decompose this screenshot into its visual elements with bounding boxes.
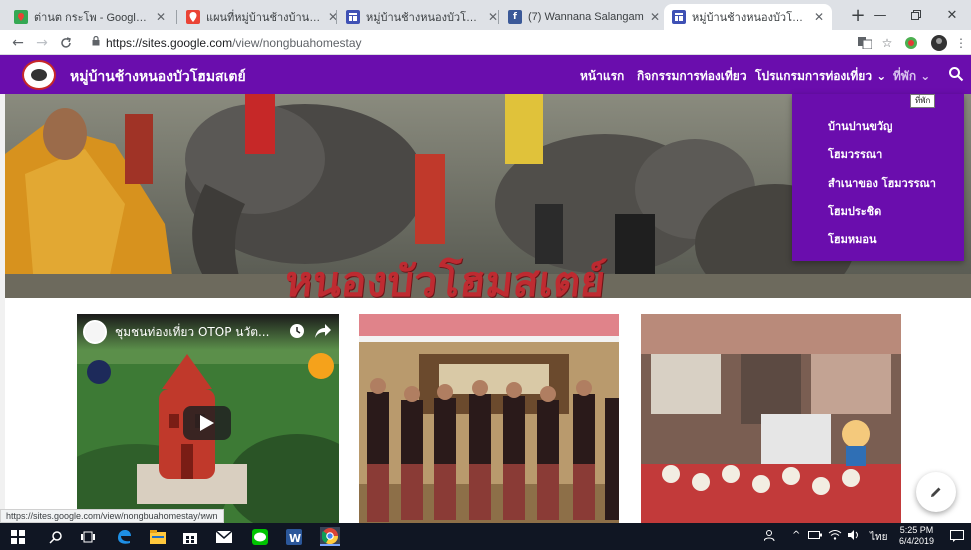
- dropdown-item-home-wanna[interactable]: โฮมวรรณา: [828, 145, 882, 163]
- minimize-icon[interactable]: —: [862, 0, 898, 30]
- profile-avatar-icon[interactable]: [930, 34, 948, 52]
- dropdown-item-home-prachit[interactable]: โฮมประชิด: [828, 202, 881, 220]
- store-icon[interactable]: [180, 527, 200, 546]
- system-clock[interactable]: 5:25 PM 6/4/2019: [899, 525, 934, 547]
- pencil-icon: [931, 487, 941, 497]
- play-button[interactable]: [183, 406, 231, 440]
- video-title-bar: ชุมชนท่องเที่ยว OTOP นวัต...: [77, 314, 339, 350]
- close-tab-icon[interactable]: ✕: [650, 10, 660, 24]
- tab-title: (7) Wannana Salangam: [528, 11, 644, 23]
- video-embed[interactable]: ชุมชนท่องเที่ยว OTOP นวัต...: [77, 314, 339, 524]
- line-app-icon[interactable]: [250, 527, 270, 546]
- tab-separator: [336, 10, 337, 24]
- address-bar[interactable]: https://sites.google.com/view/nongbuahom…: [84, 32, 854, 53]
- tab-title: ต่านต กระโพ - Google Maps: [34, 12, 150, 24]
- nav-accommodation[interactable]: ที่พัก ⌄: [893, 67, 930, 86]
- dancers-image: [359, 314, 619, 524]
- site-header: หมู่บ้านช้างหนองบัวโฮมสเตย์ หน้าแรก กิจก…: [0, 55, 971, 98]
- extension-icon[interactable]: [902, 34, 920, 52]
- file-explorer-icon[interactable]: [148, 527, 168, 546]
- chrome-icon[interactable]: [320, 527, 340, 546]
- tab-title: หมู่บ้านช้างหนองบัวโฮมสเตย์: [692, 12, 808, 24]
- volume-icon[interactable]: [848, 530, 862, 543]
- search-icon[interactable]: [46, 527, 66, 546]
- people-icon[interactable]: [763, 530, 778, 545]
- photo-dancers[interactable]: [359, 314, 619, 524]
- site-logo[interactable]: [22, 60, 56, 90]
- search-icon[interactable]: [948, 66, 964, 82]
- close-tab-icon[interactable]: ✕: [156, 10, 166, 24]
- nav-activities[interactable]: กิจกรรมการท่องเที่ยว: [637, 67, 747, 86]
- map-pin-icon: [186, 10, 200, 24]
- wifi-icon[interactable]: [828, 530, 842, 543]
- share-icon[interactable]: [315, 323, 331, 341]
- tab-sites-active[interactable]: หมู่บ้านช้างหนองบัวโฮมสเตย์ ✕: [664, 4, 832, 30]
- status-url-tooltip: https://sites.google.com/view/nongbuahom…: [0, 509, 224, 523]
- market-stall-image: [641, 314, 901, 524]
- close-window-icon[interactable]: ✕: [934, 0, 970, 30]
- clock-time: 5:25 PM: [899, 525, 934, 535]
- tab-google-maps[interactable]: ต่านต กระโพ - Google Maps ✕: [6, 4, 174, 30]
- chevron-up-icon[interactable]: ^: [792, 530, 800, 541]
- dropdown-item-baan-pankwan[interactable]: บ้านปานขวัญ: [828, 117, 892, 135]
- tab-separator: [176, 10, 177, 24]
- photo-market-stall[interactable]: [641, 314, 901, 524]
- windows-start-icon[interactable]: [8, 527, 28, 546]
- tab-sites-1[interactable]: หมู่บ้านช้างหนองบัวโฮมสเตย์ ✕: [338, 4, 506, 30]
- edit-button[interactable]: [916, 472, 956, 512]
- google-sites-icon: [672, 10, 686, 24]
- channel-avatar[interactable]: [83, 320, 107, 344]
- tab-title: แผนที่หมู่บ้านช้างบ้านหนองบัว: [206, 12, 322, 24]
- site-title[interactable]: หมู่บ้านช้างหนองบัวโฮมสเตย์: [70, 66, 246, 88]
- tab-title: หมู่บ้านช้างหนองบัวโฮมสเตย์: [366, 12, 482, 24]
- translate-icon[interactable]: [856, 34, 874, 52]
- video-title[interactable]: ชุมชนท่องเที่ยว OTOP นวัต...: [115, 323, 269, 342]
- input-language[interactable]: ไทย: [870, 530, 887, 545]
- task-view-icon[interactable]: [78, 527, 98, 546]
- facebook-icon: f: [508, 10, 522, 24]
- edge-browser-icon[interactable]: [114, 527, 134, 546]
- mail-icon[interactable]: [214, 527, 234, 546]
- restore-icon[interactable]: [898, 0, 934, 30]
- tab-separator: [498, 10, 499, 24]
- hero-overlay-text: หนองบัวโฮมสเตย์: [282, 257, 608, 298]
- menu-kebab-icon[interactable]: ⋮: [952, 34, 970, 52]
- back-arrow-icon[interactable]: ←: [8, 33, 28, 53]
- word-icon[interactable]: W: [284, 527, 304, 546]
- star-bookmark-icon[interactable]: ☆: [878, 34, 896, 52]
- screen: ต่านต กระโพ - Google Maps ✕ แผนที่หมู่บ้…: [0, 0, 971, 550]
- dropdown-item-home-wanna-copy[interactable]: สำเนาของ โฮมวรรณา: [828, 174, 936, 192]
- url-host: https://sites.google.com: [106, 35, 233, 50]
- reload-icon[interactable]: [56, 33, 76, 53]
- notification-center-icon[interactable]: [950, 530, 964, 545]
- tab-strip: ต่านต กระโพ - Google Maps ✕ แผนที่หมู่บ้…: [0, 0, 971, 30]
- nav-home[interactable]: หน้าแรก: [580, 67, 625, 98]
- browser-toolbar: ← → https://sites.google.com/view/nongbu…: [0, 30, 971, 55]
- forward-arrow-icon[interactable]: →: [32, 33, 52, 53]
- google-sites-icon: [346, 10, 360, 24]
- os-taskbar: W ^ ไทย 5:25 PM 6/4/2019: [0, 523, 971, 550]
- dropdown-tooltip: ที่พัก: [910, 94, 936, 108]
- tab-facebook[interactable]: f (7) Wannana Salangam ✕: [500, 4, 668, 30]
- dropdown-item-home-mon[interactable]: โฮมหมอน: [828, 230, 877, 248]
- battery-icon[interactable]: [808, 530, 822, 543]
- tab-map[interactable]: แผนที่หมู่บ้านช้างบ้านหนองบัว ✕: [178, 4, 346, 30]
- play-icon: [200, 415, 214, 431]
- clock-date: 6/4/2019: [899, 536, 935, 546]
- url-path: /view/nongbuahomestay: [232, 35, 362, 50]
- watch-later-icon[interactable]: [289, 323, 305, 342]
- close-tab-icon[interactable]: ✕: [488, 10, 498, 24]
- google-maps-icon: [14, 10, 28, 24]
- close-tab-icon[interactable]: ✕: [814, 10, 824, 24]
- lock-icon: [92, 35, 100, 49]
- nav-programs[interactable]: โปรแกรมการท่องเที่ยว ⌄: [755, 67, 886, 86]
- svg-text:W: W: [289, 532, 301, 545]
